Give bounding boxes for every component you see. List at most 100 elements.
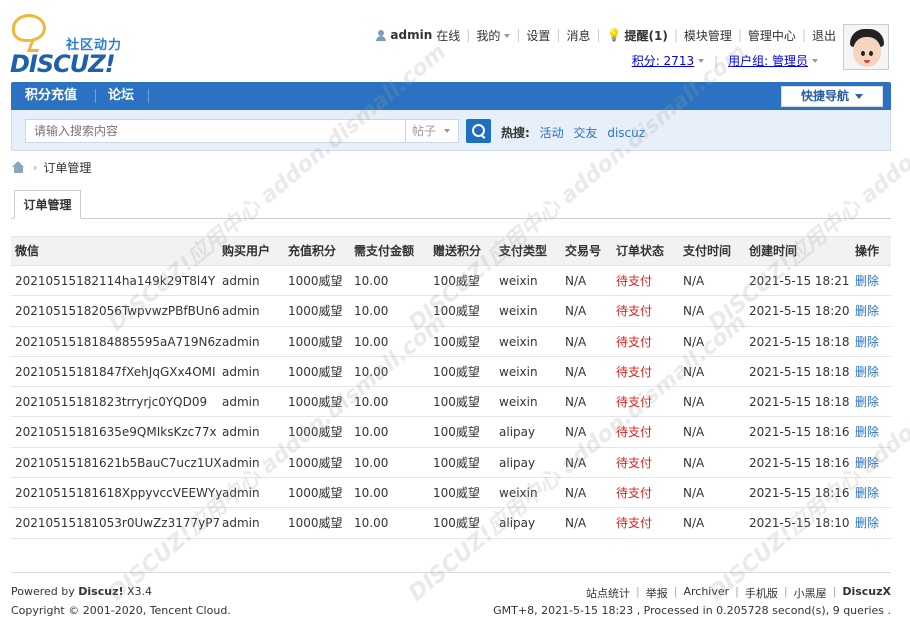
username-link[interactable]: admin	[390, 28, 432, 42]
header-col-created: 创建时间	[749, 244, 798, 258]
col-order-id-cell: 20210515182056TwpvwzPBfBUn6	[15, 304, 220, 319]
col-order-id-cell: 20210515181053r0UwZz3177yP7	[15, 516, 221, 531]
credits-label: 积分: 2713	[631, 54, 695, 68]
col-created-cell: 2021-5-15 18:16	[749, 455, 850, 470]
orders-table: 微信 购买用户 充值积分 需支付金额 赠送积分 支付类型 交易号 订单状态 支付时间 创建时间 操作…	[11, 236, 891, 539]
col-bonus-cell: 100威望	[433, 516, 480, 531]
search-input[interactable]	[25, 119, 405, 143]
delete-link[interactable]: 删除	[855, 296, 879, 326]
hot-link-friends[interactable]: 交友	[573, 126, 597, 140]
col-amount-cell: 10.00	[354, 304, 389, 319]
powered-version: X3.4	[127, 585, 153, 598]
my-menu[interactable]: 我的	[476, 27, 511, 44]
avatar-eye-left	[861, 51, 865, 56]
col-buyer-cell: admin	[222, 304, 260, 319]
chevron-down-icon	[504, 33, 511, 38]
quick-nav-button[interactable]: 快捷导航	[781, 86, 883, 107]
header-col-buyer: 购买用户	[222, 244, 271, 258]
usergroup-menu[interactable]: 用户组: 管理员	[728, 52, 818, 69]
col-pay-type-cell: weixin	[499, 486, 538, 501]
col-pay-time-cell: N/A	[683, 395, 705, 410]
delete-link[interactable]: 删除	[855, 387, 879, 417]
module-manage-link[interactable]: 模块管理	[684, 27, 732, 44]
hot-link-discuz[interactable]: discuz	[607, 126, 645, 140]
col-status-cell: 待支付	[616, 486, 653, 501]
admin-center-link[interactable]: 管理中心	[748, 27, 796, 44]
col-created-cell: 2021-5-15 18:18	[749, 334, 850, 349]
delete-link[interactable]: 删除	[855, 478, 879, 508]
site-logo[interactable]: 社区动力 DISCUZ!	[10, 12, 140, 78]
footer-divider	[11, 572, 891, 573]
col-status-cell: 待支付	[616, 304, 653, 319]
chevron-down-icon	[698, 59, 705, 63]
delete-link[interactable]: 删除	[855, 357, 879, 387]
avatar-eye-right	[869, 51, 873, 56]
col-bonus-cell: 100威望	[433, 274, 480, 288]
table-row: 20210515181621b5BauC7ucz1UX admin 1000威望 10…	[11, 448, 891, 479]
home-icon[interactable]	[12, 161, 25, 173]
search-button[interactable]	[466, 119, 491, 143]
messages-link[interactable]: 消息	[566, 27, 590, 44]
footer-link-archiver[interactable]: Archiver	[683, 585, 729, 601]
col-credits-cell: 1000威望	[288, 334, 343, 349]
footer-link-mobile[interactable]: 手机版	[745, 585, 778, 601]
col-buyer-cell: admin	[222, 455, 260, 470]
chevron-down-icon	[444, 129, 450, 133]
col-pay-type-cell: alipay	[499, 455, 536, 470]
col-buyer-cell: admin	[222, 364, 260, 379]
search-type-select[interactable]: 帖子	[405, 119, 459, 143]
table-body: 20210515182114ha149k29T8l4Y admin 1000威望 10…	[11, 266, 891, 539]
col-status-cell: 待支付	[616, 455, 653, 470]
header-col-pay-time: 支付时间	[683, 244, 732, 258]
header-col-pay-type: 支付类型	[499, 244, 548, 258]
header-col-order-id: 微信	[15, 244, 40, 258]
col-bonus-cell: 100威望	[433, 455, 480, 470]
settings-link[interactable]: 设置	[526, 27, 550, 44]
col-pay-time-cell: N/A	[683, 425, 705, 440]
hot-search: 热搜: 活动 交友 discuz	[501, 124, 645, 141]
delete-link[interactable]: 删除	[855, 327, 879, 357]
footer-link-report[interactable]: 举报	[646, 585, 668, 601]
col-credits-cell: 1000威望	[288, 486, 343, 501]
col-created-cell: 2021-5-15 18:10	[749, 516, 850, 531]
remind-link[interactable]: 提醒(1)	[624, 27, 667, 44]
powered-prefix: Powered by	[11, 585, 75, 598]
avatar[interactable]	[843, 24, 889, 70]
col-credits-cell: 1000威望	[288, 274, 343, 288]
hot-search-label: 热搜:	[501, 126, 530, 140]
powered-brand[interactable]: Discuz!	[78, 585, 123, 598]
lightbulb-icon: 💡	[606, 28, 622, 42]
col-created-cell: 2021-5-15 18:18	[749, 364, 850, 379]
col-bonus-cell: 100威望	[433, 425, 480, 440]
tab-order-manage[interactable]: 订单管理	[14, 190, 81, 219]
delete-link[interactable]: 删除	[855, 448, 879, 478]
breadcrumb-separator: ›	[33, 160, 38, 174]
col-credits-cell: 1000威望	[288, 425, 343, 440]
col-amount-cell: 10.00	[354, 395, 389, 410]
search-bar: 帖子 热搜: 活动 交友 discuz	[11, 110, 891, 151]
top-user-nav: admin 在线 | 我的 | 设置 | 消息 | 💡 提醒(1) | 模块管理…	[376, 27, 836, 43]
table-row: 20210515182056TwpvwzPBfBUn6 admin 1000威望 10…	[11, 296, 891, 327]
nav-item-credit-recharge[interactable]: 积分充值	[25, 82, 77, 110]
breadcrumb: › 订单管理	[12, 160, 91, 175]
footer-link-blackroom[interactable]: 小黑屋	[794, 585, 827, 601]
col-pay-type-cell: weixin	[499, 395, 538, 410]
col-trade-no-cell: N/A	[565, 334, 587, 349]
hot-link-activity[interactable]: 活动	[540, 126, 564, 140]
col-pay-time-cell: N/A	[683, 364, 705, 379]
logout-link[interactable]: 退出	[812, 27, 836, 44]
delete-link[interactable]: 删除	[855, 417, 879, 447]
nav-item-forum[interactable]: 论坛	[108, 82, 134, 110]
delete-link[interactable]: 删除	[855, 266, 879, 296]
delete-link[interactable]: 删除	[855, 508, 879, 538]
site-header: 社区动力 DISCUZ! admin 在线 | 我的 | 设置 | 消息 | 💡…	[0, 0, 910, 80]
nav-divider	[148, 89, 149, 103]
col-pay-type-cell: weixin	[499, 334, 538, 349]
credits-menu[interactable]: 积分: 2713	[631, 52, 705, 69]
col-trade-no-cell: N/A	[565, 274, 587, 288]
col-pay-time-cell: N/A	[683, 455, 705, 470]
col-amount-cell: 10.00	[354, 486, 389, 501]
user-icon	[376, 29, 387, 41]
footer-link-stats[interactable]: 站点统计	[586, 585, 630, 601]
footer-brand[interactable]: DiscuzX	[842, 585, 891, 601]
